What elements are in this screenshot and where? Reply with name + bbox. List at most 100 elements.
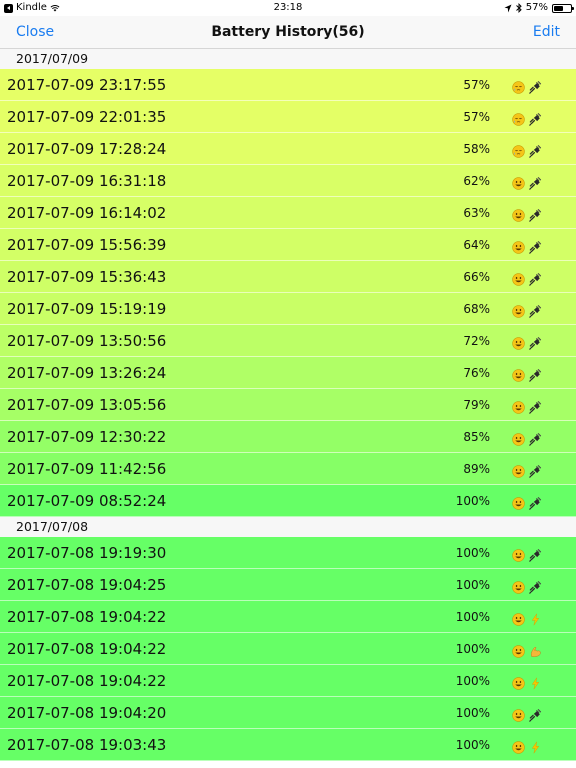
- plug-icon: [529, 707, 542, 722]
- row-battery-percent: 100%: [455, 494, 490, 508]
- flexed-bicep-icon: [529, 643, 542, 657]
- battery-history-list[interactable]: 2017/07/09 2017-07-09 23:17:55 57% 2017-07-…: [0, 49, 576, 761]
- smiley-face-icon: [512, 495, 525, 510]
- battery-percent: 57%: [525, 2, 548, 13]
- row-timestamp: 2017-07-09 12:30:22: [7, 428, 167, 446]
- row-status-icons: [512, 493, 542, 510]
- history-row[interactable]: 2017-07-08 19:04:25 100%: [0, 569, 576, 601]
- navigation-bar: Close Battery History(56) Edit: [0, 16, 576, 49]
- smiley-face-icon: [512, 707, 525, 722]
- plug-icon: [529, 463, 542, 478]
- row-timestamp: 2017-07-09 13:26:24: [7, 364, 167, 382]
- lightning-icon: [529, 611, 542, 625]
- history-row[interactable]: 2017-07-08 19:03:43 100%: [0, 729, 576, 761]
- history-row[interactable]: 2017-07-08 19:19:30 100%: [0, 537, 576, 569]
- history-row[interactable]: 2017-07-09 15:36:43 66%: [0, 261, 576, 293]
- row-timestamp: 2017-07-09 13:50:56: [7, 332, 167, 350]
- history-row[interactable]: 2017-07-09 22:01:35 57%: [0, 101, 576, 133]
- plug-icon: [529, 239, 542, 254]
- history-row[interactable]: 2017-07-09 08:52:24 100%: [0, 485, 576, 517]
- row-battery-percent: 89%: [463, 462, 490, 476]
- smiley-face-icon: [512, 611, 525, 626]
- row-timestamp: 2017-07-08 19:04:22: [7, 640, 167, 658]
- row-status-icons: [512, 673, 542, 690]
- plug-icon: [529, 143, 542, 158]
- lightning-icon: [529, 675, 542, 689]
- row-battery-percent: 72%: [463, 334, 490, 348]
- history-row[interactable]: 2017-07-08 19:04:22 100%: [0, 601, 576, 633]
- plug-icon: [529, 335, 542, 350]
- history-row[interactable]: 2017-07-09 13:26:24 76%: [0, 357, 576, 389]
- row-timestamp: 2017-07-09 16:31:18: [7, 172, 167, 190]
- sleepy-face-icon: [512, 79, 525, 94]
- history-row[interactable]: 2017-07-09 16:31:18 62%: [0, 165, 576, 197]
- row-timestamp: 2017-07-09 22:01:35: [7, 108, 167, 126]
- history-row[interactable]: 2017-07-09 13:05:56 79%: [0, 389, 576, 421]
- history-row[interactable]: 2017-07-09 12:30:22 85%: [0, 421, 576, 453]
- smiley-face-icon: [512, 367, 525, 382]
- row-status-icons: [512, 205, 542, 222]
- row-status-icons: [512, 545, 542, 562]
- location-arrow-icon: [504, 4, 512, 12]
- plug-icon: [529, 207, 542, 222]
- plug-icon: [529, 303, 542, 318]
- row-status-icons: [512, 429, 542, 446]
- row-battery-percent: 57%: [463, 78, 490, 92]
- row-battery-percent: 100%: [455, 674, 490, 688]
- row-status-icons: [512, 173, 542, 190]
- row-status-icons: [512, 577, 542, 594]
- edit-button[interactable]: Edit: [533, 16, 560, 48]
- history-row[interactable]: 2017-07-09 11:42:56 89%: [0, 453, 576, 485]
- row-battery-percent: 100%: [455, 642, 490, 656]
- history-row[interactable]: 2017-07-08 19:04:20 100%: [0, 697, 576, 729]
- history-row[interactable]: 2017-07-09 23:17:55 57%: [0, 69, 576, 101]
- row-timestamp: 2017-07-08 19:04:22: [7, 672, 167, 690]
- smiley-face-icon: [512, 547, 525, 562]
- row-timestamp: 2017-07-09 15:19:19: [7, 300, 167, 318]
- smiley-face-icon: [512, 175, 525, 190]
- row-status-icons: [512, 705, 542, 722]
- battery-icon: [552, 3, 574, 13]
- row-battery-percent: 100%: [455, 546, 490, 560]
- row-battery-percent: 100%: [455, 578, 490, 592]
- smiley-face-icon: [512, 643, 525, 658]
- page-title: Battery History(56): [211, 24, 365, 40]
- history-row[interactable]: 2017-07-08 19:04:22 100%: [0, 665, 576, 697]
- row-status-icons: [512, 397, 542, 414]
- row-status-icons: [512, 461, 542, 478]
- row-battery-percent: 58%: [463, 142, 490, 156]
- row-battery-percent: 100%: [455, 706, 490, 720]
- row-battery-percent: 57%: [463, 110, 490, 124]
- row-status-icons: [512, 737, 542, 754]
- row-timestamp: 2017-07-09 11:42:56: [7, 460, 167, 478]
- row-timestamp: 2017-07-09 15:56:39: [7, 236, 167, 254]
- smiley-face-icon: [512, 431, 525, 446]
- history-row[interactable]: 2017-07-09 16:14:02 63%: [0, 197, 576, 229]
- row-timestamp: 2017-07-09 13:05:56: [7, 396, 167, 414]
- bluetooth-icon: [515, 3, 522, 13]
- plug-icon: [529, 175, 542, 190]
- row-status-icons: [512, 301, 542, 318]
- row-battery-percent: 62%: [463, 174, 490, 188]
- row-timestamp: 2017-07-08 19:03:43: [7, 736, 167, 754]
- clock: 23:18: [273, 2, 303, 13]
- row-status-icons: [512, 609, 542, 626]
- history-row[interactable]: 2017-07-09 15:19:19 68%: [0, 293, 576, 325]
- history-row[interactable]: 2017-07-08 19:04:22 100%: [0, 633, 576, 665]
- smiley-face-icon: [512, 739, 525, 754]
- plug-icon: [529, 79, 542, 94]
- row-battery-percent: 68%: [463, 302, 490, 316]
- smiley-face-icon: [512, 675, 525, 690]
- history-row[interactable]: 2017-07-09 15:56:39 64%: [0, 229, 576, 261]
- row-timestamp: 2017-07-09 08:52:24: [7, 492, 167, 510]
- section-header: 2017/07/08: [0, 517, 576, 537]
- plug-icon: [529, 111, 542, 126]
- history-row[interactable]: 2017-07-09 13:50:56 72%: [0, 325, 576, 357]
- plug-icon: [529, 399, 542, 414]
- smiley-face-icon: [512, 303, 525, 318]
- plug-icon: [529, 579, 542, 594]
- history-row[interactable]: 2017-07-09 17:28:24 58%: [0, 133, 576, 165]
- row-timestamp: 2017-07-08 19:19:30: [7, 544, 167, 562]
- smiley-face-icon: [512, 271, 525, 286]
- row-status-icons: [512, 109, 542, 126]
